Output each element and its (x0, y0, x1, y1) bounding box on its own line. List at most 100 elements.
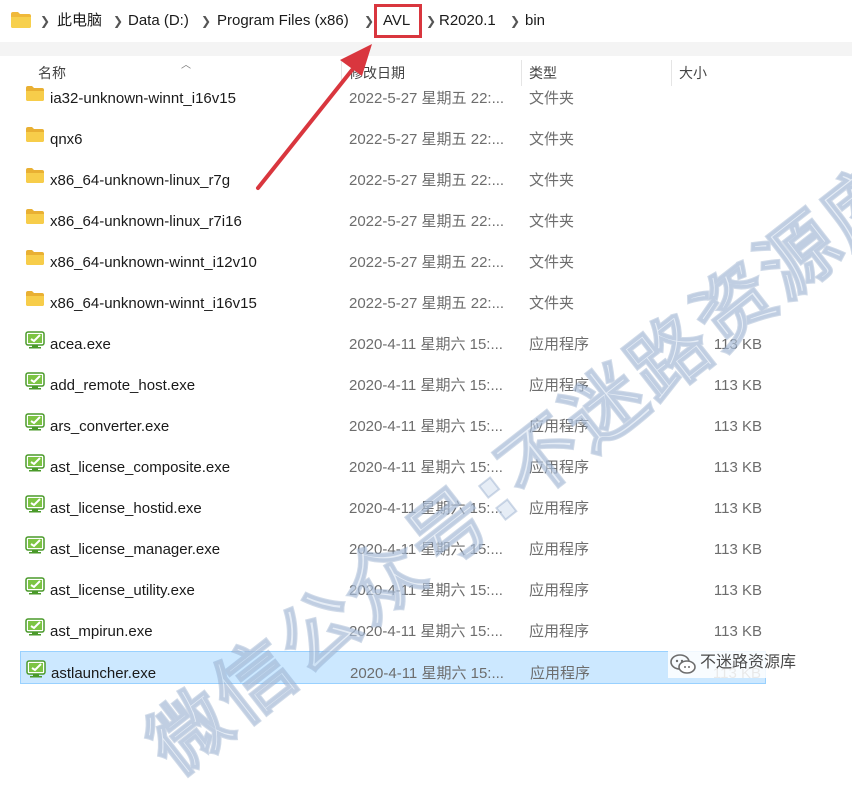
file-size: 113 KB (713, 418, 762, 435)
source-badge: 不迷路资源库 (668, 648, 801, 678)
file-type: 应用程序 (529, 582, 590, 599)
file-type: 应用程序 (529, 377, 590, 394)
breadcrumb-item[interactable]: R2020.1 (439, 0, 496, 42)
folder-icon (25, 249, 45, 267)
file-date: 2020-4-11 星期六 15:... (349, 459, 503, 476)
file-type: 应用程序 (529, 336, 590, 353)
file-size: 113 KB (713, 623, 762, 640)
exe-icon (25, 413, 45, 431)
breadcrumb-item[interactable]: Data (D:) (128, 0, 189, 42)
exe-icon (25, 372, 45, 390)
file-row[interactable]: x86_64-unknown-linux_r7g 2022-5-27 星期五 22… (20, 159, 766, 192)
file-date: 2022-5-27 星期五 22:... (349, 90, 505, 107)
file-name: astlauncher.exe (51, 665, 157, 682)
file-name: qnx6 (50, 131, 83, 148)
file-row[interactable]: ast_license_utility.exe 2020-4-11 星期六 15:… (20, 569, 766, 602)
sort-ascending-icon: ︿ (181, 60, 191, 71)
exe-icon (25, 577, 45, 595)
file-type: 应用程序 (529, 500, 590, 517)
file-name: add_remote_host.exe (50, 377, 196, 394)
folder-icon (25, 208, 45, 226)
file-type: 文件夹 (529, 213, 575, 230)
file-date: 2020-4-11 星期六 15:... (349, 582, 503, 599)
file-date: 2020-4-11 星期六 15:... (349, 418, 503, 435)
file-type: 应用程序 (529, 541, 590, 558)
file-name: ast_license_manager.exe (50, 541, 221, 558)
file-row[interactable]: x86_64-unknown-winnt_i16v15 2022-5-27 星期五… (20, 282, 766, 315)
file-size: 113 KB (713, 336, 762, 353)
file-date: 2022-5-27 星期五 22:... (349, 172, 505, 189)
file-date: 2020-4-11 星期六 15:... (349, 623, 503, 640)
exe-icon (25, 618, 45, 636)
file-date: 2022-5-27 星期五 22:... (349, 254, 505, 271)
badge-text: 不迷路资源库 (700, 654, 797, 671)
file-row[interactable]: astlauncher.exe2020-4-11 星期六 15:...应用程序1… (20, 651, 766, 684)
file-type: 文件夹 (529, 172, 575, 189)
exe-icon (26, 660, 46, 678)
file-name: ars_converter.exe (50, 418, 170, 435)
file-name: ast_mpirun.exe (50, 623, 153, 640)
chevron-right-icon[interactable]: ❯ (40, 0, 50, 42)
file-size: 113 KB (713, 541, 762, 558)
file-row[interactable]: qnx6 2022-5-27 星期五 22:... 文件夹 (20, 118, 766, 151)
file-size: 113 KB (713, 459, 762, 476)
file-row[interactable]: ast_license_manager.exe 2020-4-11 星期六 15:… (20, 528, 766, 561)
file-name: x86_64-unknown-linux_r7g (50, 172, 231, 189)
file-row[interactable]: ast_mpirun.exe 2020-4-11 星期六 15:... 应用程序 11… (20, 610, 766, 643)
file-name: acea.exe (50, 336, 111, 353)
file-name: ast_license_hostid.exe (50, 500, 202, 517)
exe-icon (25, 331, 45, 349)
file-row[interactable]: x86_64-unknown-winnt_i12v10 2022-5-27 星期五… (20, 241, 766, 274)
file-date: 2020-4-11 星期六 15:... (349, 500, 503, 517)
exe-icon (25, 536, 45, 554)
wechat-icon (670, 654, 696, 685)
file-size: 113 KB (713, 377, 762, 394)
file-date: 2020-4-11 星期六 15:... (350, 665, 504, 682)
folder-icon (25, 126, 45, 144)
breadcrumb-item-avl[interactable]: AVL (383, 0, 410, 42)
folder-icon (25, 85, 45, 103)
toolbar-gap (0, 42, 852, 57)
file-date: 2020-4-11 星期六 15:... (349, 377, 503, 394)
file-row[interactable]: ars_converter.exe 2020-4-11 星期六 15:... 应用程… (20, 405, 766, 438)
folder-icon (25, 167, 45, 185)
file-size: 113 KB (713, 500, 762, 517)
exe-icon (25, 495, 45, 513)
file-row[interactable]: x86_64-unknown-linux_r7i16 2022-5-27 星期五 … (20, 200, 766, 233)
file-name: x86_64-unknown-winnt_i16v15 (50, 295, 257, 312)
chevron-right-icon[interactable]: ❯ (201, 0, 211, 42)
chevron-right-icon[interactable]: ❯ (364, 0, 374, 42)
file-type: 文件夹 (529, 254, 575, 271)
file-date: 2022-5-27 星期五 22:... (349, 295, 505, 312)
file-row[interactable]: ast_license_composite.exe 2020-4-11 星期六 1… (20, 446, 766, 479)
address-bar[interactable]: ❯ 此电脑 ❯ Data (D:) ❯ Program Files (x86) … (0, 0, 852, 43)
breadcrumb-item[interactable]: Program Files (x86) (217, 0, 349, 42)
file-type: 文件夹 (529, 295, 575, 312)
file-row[interactable]: acea.exe 2020-4-11 星期六 15:... 应用程序 113 KB (20, 323, 766, 356)
file-type: 应用程序 (529, 459, 590, 476)
file-type: 应用程序 (529, 623, 590, 640)
folder-icon (25, 290, 45, 308)
folder-icon (10, 11, 32, 34)
file-row[interactable]: ia32-unknown-winnt_i16v15 2022-5-27 星期五 2… (20, 77, 766, 110)
file-date: 2020-4-11 星期六 15:... (349, 336, 503, 353)
file-row[interactable]: ast_license_hostid.exe 2020-4-11 星期六 15:.… (20, 487, 766, 520)
exe-icon (25, 454, 45, 472)
file-type: 文件夹 (529, 131, 575, 148)
file-date: 2020-4-11 星期六 15:... (349, 541, 503, 558)
file-name: ast_license_utility.exe (50, 582, 195, 599)
file-type: 文件夹 (529, 90, 575, 107)
file-date: 2022-5-27 星期五 22:... (349, 213, 505, 230)
file-date: 2022-5-27 星期五 22:... (349, 131, 505, 148)
chevron-right-icon[interactable]: ❯ (426, 0, 436, 42)
file-name: ia32-unknown-winnt_i16v15 (50, 90, 236, 107)
file-type: 应用程序 (529, 418, 590, 435)
file-row[interactable]: add_remote_host.exe 2020-4-11 星期六 15:... 应… (20, 364, 766, 397)
breadcrumb-item[interactable]: bin (525, 0, 545, 42)
file-type: 应用程序 (530, 665, 591, 682)
breadcrumb-item[interactable]: 此电脑 (57, 0, 102, 42)
file-size: 113 KB (713, 582, 762, 599)
chevron-right-icon[interactable]: ❯ (510, 0, 520, 42)
file-name: ast_license_composite.exe (50, 459, 231, 476)
chevron-right-icon[interactable]: ❯ (113, 0, 123, 42)
